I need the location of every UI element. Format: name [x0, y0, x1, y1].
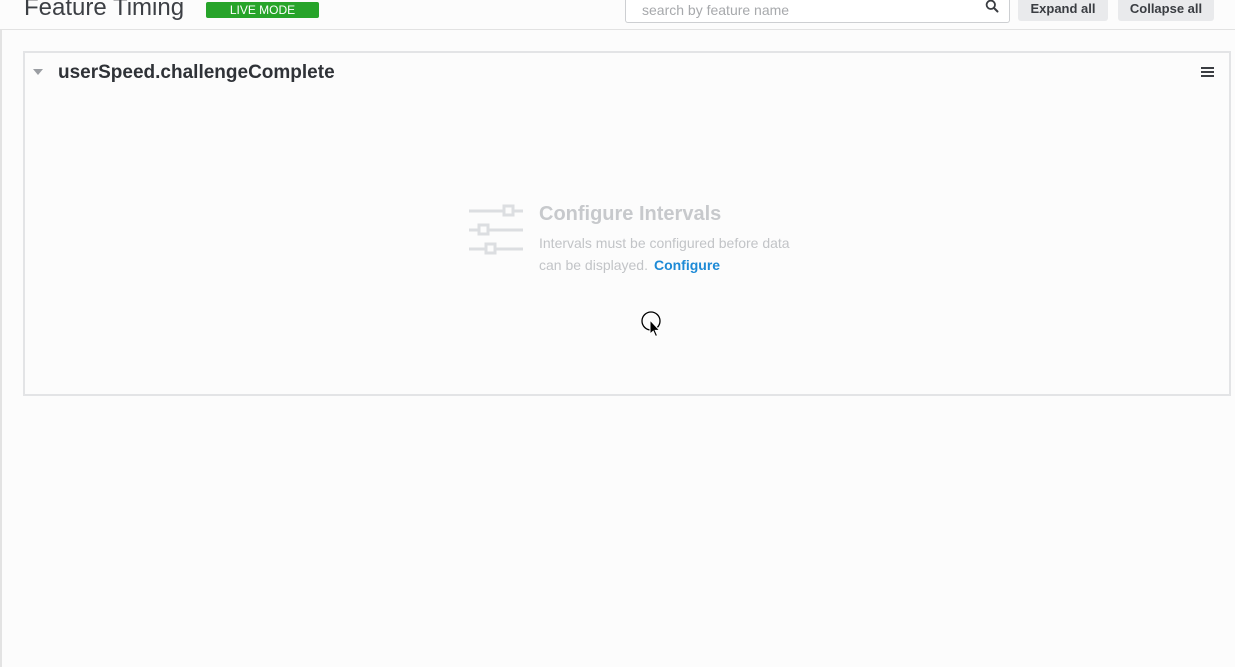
collapse-all-button[interactable]: Collapse all	[1118, 0, 1214, 21]
mouse-cursor	[641, 311, 661, 338]
feature-name[interactable]: userSpeed.challengeComplete	[58, 61, 335, 85]
caret-down-icon[interactable]	[32, 68, 44, 76]
live-mode-badge: LIVE MODE	[206, 2, 319, 18]
search-box	[625, 0, 1010, 23]
page-title: Feature Timing	[24, 0, 185, 21]
feature-timing-page: Feature Timing LIVE MODE Expand all Coll…	[0, 0, 1235, 667]
search-input[interactable]	[626, 0, 976, 21]
hamburger-menu-icon[interactable]	[1201, 66, 1214, 78]
feature-panel: userSpeed.challengeComplete Configure In…	[23, 51, 1231, 396]
empty-state-description: Intervals must be configured before data…	[539, 232, 799, 276]
expand-all-button[interactable]: Expand all	[1018, 0, 1108, 21]
search-icon[interactable]	[985, 0, 999, 13]
configure-link[interactable]: Configure	[654, 257, 720, 273]
sliders-icon	[469, 204, 523, 255]
empty-state: Configure Intervals Intervals must be co…	[469, 201, 829, 281]
left-border	[0, 30, 2, 667]
page-header: Feature Timing LIVE MODE Expand all Coll…	[0, 0, 1235, 30]
empty-state-title: Configure Intervals	[539, 203, 722, 225]
